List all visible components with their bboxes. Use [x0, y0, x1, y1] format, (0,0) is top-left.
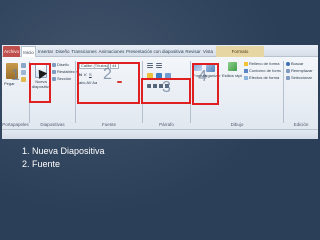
group-separator — [283, 61, 284, 123]
shape-effects-icon[interactable] — [244, 76, 248, 80]
group-label-slides: Diapositivas — [40, 122, 65, 127]
callout-number-3: 3 — [162, 79, 171, 96]
tab-view[interactable]: Vista — [202, 46, 214, 57]
section-icon[interactable] — [52, 77, 56, 81]
shape-fill-label[interactable]: Relleno de forma — [249, 61, 281, 67]
group-label-paragraph: Párrafo — [159, 122, 174, 127]
callout-number-2: 2 — [103, 66, 112, 83]
numbering-icon[interactable] — [156, 63, 162, 68]
ribbon-bottom-strip — [2, 129, 318, 139]
tab-design[interactable]: Diseño — [55, 46, 70, 57]
copy-icon[interactable] — [21, 70, 26, 75]
format-painter-icon[interactable] — [21, 77, 26, 82]
tab-format[interactable]: Formato — [216, 46, 264, 57]
tab-transitions[interactable]: Transiciones — [71, 46, 97, 57]
cut-icon[interactable] — [21, 63, 26, 68]
group-label-editing: Edición — [293, 122, 309, 127]
slide-notes-list: 1. Nueva Diapositiva 2. Fuente — [22, 145, 105, 171]
bullets-icon[interactable] — [147, 63, 153, 68]
find-label[interactable]: Buscar — [291, 61, 317, 67]
group-label-drawing: Dibujo — [230, 122, 244, 127]
shape-effects-label[interactable]: Efectos de forma — [249, 75, 281, 81]
replace-icon[interactable] — [286, 69, 290, 73]
shape-outline-label[interactable]: Contorno de forma — [249, 68, 281, 74]
slide: Archivo Inicio Insertar Diseño Transicio… — [0, 0, 320, 240]
callout-number-4: 4 — [198, 68, 207, 85]
select-label[interactable]: Seleccionar — [291, 75, 317, 81]
callout-number-1: 1 — [11, 67, 20, 84]
tab-home[interactable]: Inicio — [21, 46, 36, 57]
quick-styles-icon[interactable] — [228, 62, 237, 71]
layout-icon[interactable] — [52, 63, 56, 67]
tab-slideshow[interactable]: Presentación con diapositivas — [126, 46, 184, 57]
select-icon[interactable] — [286, 76, 290, 80]
shape-fill-icon[interactable] — [244, 62, 248, 66]
tab-insert[interactable]: Insertar — [37, 46, 54, 57]
replace-label[interactable]: Reemplazar — [291, 68, 317, 74]
group-label-font: Fuente — [101, 122, 116, 127]
note-item-2: 2. Fuente — [22, 159, 61, 169]
group-separator — [75, 61, 76, 123]
group-label-clipboard: Portapapeles — [2, 122, 29, 127]
tab-animations[interactable]: Animaciones — [98, 46, 125, 57]
shape-outline-icon[interactable] — [244, 69, 248, 73]
note-item-1: 1. Nueva Diapositiva — [22, 146, 105, 156]
tab-review[interactable]: Revisar — [185, 46, 201, 57]
tab-file[interactable]: Archivo — [3, 46, 20, 57]
quick-styles-label: Estilos rápidos — [222, 73, 242, 78]
reset-icon[interactable] — [52, 70, 56, 74]
ribbon-tab-bar: Archivo Inicio Insertar Diseño Transicio… — [2, 45, 318, 57]
section-label[interactable]: Sección — [57, 76, 71, 82]
find-icon[interactable] — [286, 62, 290, 66]
layout-label[interactable]: Diseño — [57, 62, 69, 68]
